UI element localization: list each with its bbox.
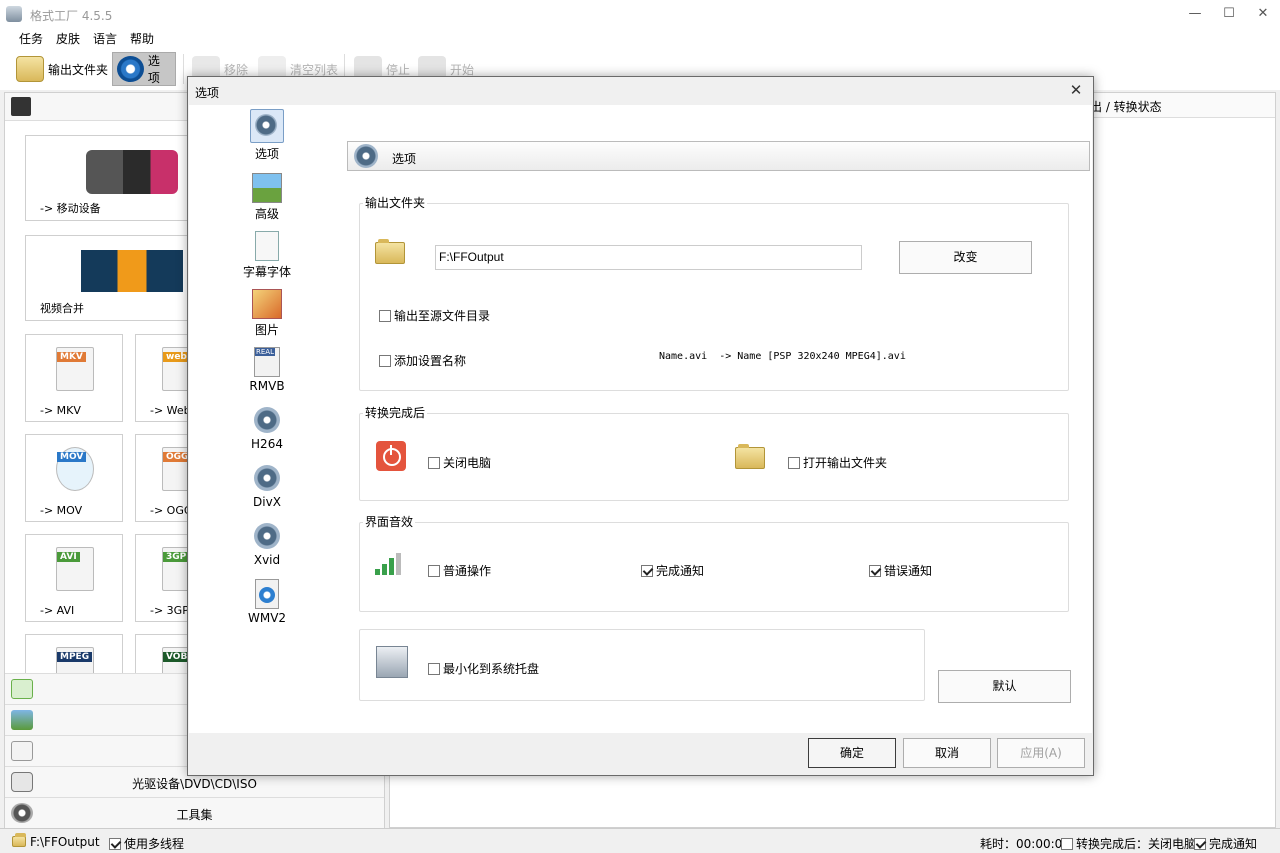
after-convert-checkbox[interactable]: 转换完成后：关闭电脑 xyxy=(1061,835,1196,852)
dialog-title: 选项 xyxy=(195,86,220,100)
folder-icon xyxy=(16,56,44,82)
nav-xvid[interactable]: Xvid xyxy=(235,521,299,573)
apply-button[interactable]: 应用(A) xyxy=(997,738,1085,768)
menu-skin[interactable]: 皮肤 xyxy=(56,30,80,47)
menu-language[interactable]: 语言 xyxy=(93,30,117,47)
system-tray-icon xyxy=(376,646,408,678)
gear-icon xyxy=(117,56,144,82)
wmv2-icon xyxy=(255,579,279,609)
output-path-input[interactable]: F:\FFOutput xyxy=(435,245,862,270)
nav-advanced[interactable]: 高级 xyxy=(235,173,299,225)
add-setting-name-checkbox[interactable]: 添加设置名称 xyxy=(379,352,466,369)
normal-sound-checkbox[interactable]: 普通操作 xyxy=(428,562,491,579)
power-icon xyxy=(376,441,406,471)
notify-checkbox[interactable]: 完成通知 xyxy=(1194,835,1257,852)
document-icon xyxy=(11,741,33,761)
status-bar: F:\FFOutput 使用多线程 耗时：00:00:00 转换完成后：关闭电脑… xyxy=(0,828,1280,853)
landscape-icon xyxy=(252,173,282,203)
minimize-to-tray-checkbox[interactable]: 最小化到系统托盘 xyxy=(428,660,539,677)
open-folder-icon xyxy=(735,444,765,469)
options-section-header: 选项 xyxy=(347,141,1090,171)
sound-group-label: 界面音效 xyxy=(363,513,416,530)
output-folder-button[interactable]: 输出文件夹 xyxy=(12,52,112,86)
options-button[interactable]: 选项 xyxy=(112,52,176,86)
volume-icon xyxy=(375,549,407,575)
default-button[interactable]: 默认 xyxy=(938,670,1071,703)
multithread-checkbox[interactable]: 使用多线程 xyxy=(109,835,184,852)
nav-h264[interactable]: H264 xyxy=(235,405,299,457)
folder-icon xyxy=(375,239,405,264)
app-icon xyxy=(6,6,22,22)
xvid-reel-icon xyxy=(252,521,282,551)
status-output-path[interactable]: F:\FFOutput xyxy=(12,833,100,849)
mpeg-file-icon: MPEG xyxy=(56,647,94,675)
nav-options[interactable]: 选项 xyxy=(235,109,299,161)
change-folder-button[interactable]: 改变 xyxy=(899,241,1032,274)
picture-icon xyxy=(11,710,33,730)
menu-task[interactable]: 任务 xyxy=(19,30,43,47)
output-to-source-checkbox[interactable]: 输出至源文件目录 xyxy=(379,307,490,324)
avi-file-icon: AVI xyxy=(56,547,94,591)
nav-picture[interactable]: 图片 xyxy=(235,289,299,341)
filename-example: Name.avi -> Name [PSP 320x240 MPEG4].avi xyxy=(659,351,906,362)
mobile-device-icon xyxy=(86,150,178,194)
shutdown-checkbox[interactable]: 关闭电脑 xyxy=(428,454,491,471)
nav-wmv2[interactable]: WMV2 xyxy=(235,579,299,631)
close-icon[interactable]: ✕ xyxy=(1246,0,1280,28)
open-output-folder-checkbox[interactable]: 打开输出文件夹 xyxy=(788,454,887,471)
nav-divx[interactable]: DivX xyxy=(235,463,299,515)
merge-icon xyxy=(81,250,183,292)
toolbox-category[interactable]: 工具集 xyxy=(5,797,384,828)
title-bar: 格式工厂 4.5.5 — ☐ ✕ xyxy=(0,0,1280,28)
output-folder-group-label: 输出文件夹 xyxy=(363,194,428,211)
h264-reel-icon xyxy=(252,405,282,435)
minimize-icon[interactable]: — xyxy=(1178,0,1212,28)
rmvb-icon: REAL xyxy=(254,347,280,377)
error-sound-checkbox[interactable]: 错误通知 xyxy=(869,562,932,579)
subtitle-font-icon xyxy=(255,231,279,261)
tile-mpeg[interactable]: MPEG xyxy=(25,634,123,675)
nav-rmvb[interactable]: REAL RMVB xyxy=(235,347,299,399)
options-dialog: 选项 ✕ 选项 高级 字幕字体 图片 REAL RMVB H264 DivX X… xyxy=(187,76,1094,776)
maximize-icon[interactable]: ☐ xyxy=(1212,0,1246,28)
menu-help[interactable]: 帮助 xyxy=(130,30,154,47)
menu-bar: 任务 皮肤 语言 帮助 xyxy=(0,28,1280,48)
window-title: 格式工厂 4.5.5 xyxy=(30,9,113,23)
video-category-icon xyxy=(11,97,31,116)
status-column-header[interactable]: 出 / 转换状态 xyxy=(1090,98,1162,115)
music-icon xyxy=(11,679,33,699)
tile-mov[interactable]: MOV -> MOV xyxy=(25,434,123,522)
dialog-close-icon[interactable]: ✕ xyxy=(1065,81,1087,101)
tile-mkv[interactable]: MKV -> MKV xyxy=(25,334,123,422)
mkv-file-icon: MKV xyxy=(56,347,94,391)
picture-icon xyxy=(252,289,282,319)
done-sound-checkbox[interactable]: 完成通知 xyxy=(641,562,704,579)
options-header-icon xyxy=(354,144,378,168)
mov-file-icon: MOV xyxy=(56,447,94,491)
after-convert-group-label: 转换完成后 xyxy=(363,404,428,421)
cancel-button[interactable]: 取消 xyxy=(903,738,991,768)
folder-icon xyxy=(12,833,26,847)
tile-avi[interactable]: AVI -> AVI xyxy=(25,534,123,622)
dialog-content: 选项 高级 字幕字体 图片 REAL RMVB H264 DivX Xvid W… xyxy=(189,105,1092,733)
elapsed-time: 耗时：00:00:00 xyxy=(980,837,1070,851)
ok-button[interactable]: 确定 xyxy=(808,738,896,768)
nav-subtitle-font[interactable]: 字幕字体 xyxy=(235,231,299,283)
options-icon xyxy=(250,109,284,143)
divx-reel-icon xyxy=(252,463,282,493)
